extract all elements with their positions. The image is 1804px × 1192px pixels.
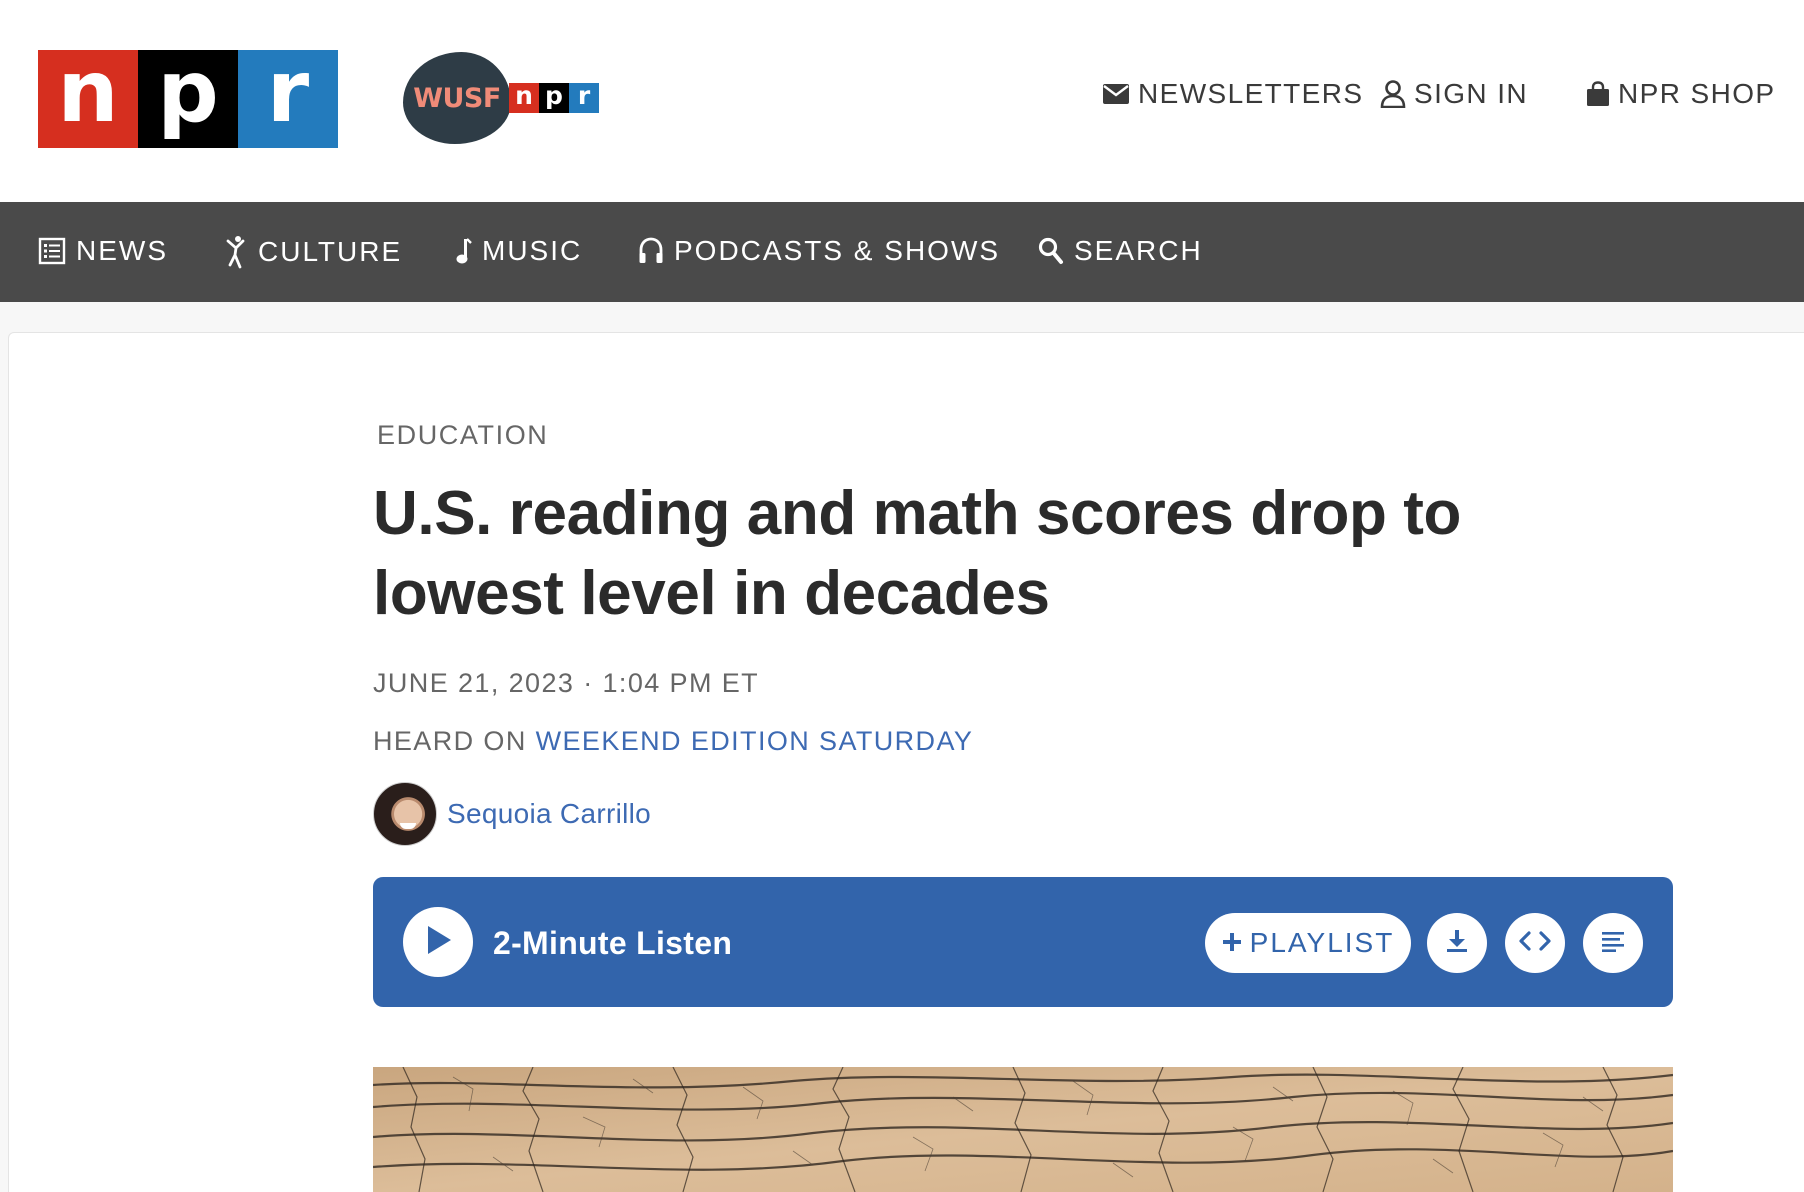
nav-item-podcasts-shows[interactable]: PODCASTS & SHOWS <box>638 235 1000 267</box>
npr-shop-link[interactable]: NPR SHOP <box>1586 78 1775 110</box>
npr-logo-r: r <box>238 49 338 148</box>
newspaper-icon <box>38 237 66 265</box>
transcript-icon <box>1601 930 1625 957</box>
heard-on: HEARD ON WEEKEND EDITION SATURDAY <box>373 726 973 757</box>
newsletters-label: NEWSLETTERS <box>1138 78 1364 109</box>
user-icon <box>1380 80 1406 108</box>
nav-label-culture: CULTURE <box>258 236 403 267</box>
nav-label-search: SEARCH <box>1074 235 1203 266</box>
dancer-icon <box>224 235 248 269</box>
npr-logo[interactable]: n p r <box>38 49 338 148</box>
nav-item-search[interactable]: SEARCH <box>1038 235 1203 267</box>
music-note-icon <box>454 237 472 265</box>
byline: Sequoia Carrillo <box>373 782 651 846</box>
newsletters-link[interactable]: NEWSLETTERS <box>1102 78 1363 110</box>
sign-in-link[interactable]: SIGN IN <box>1380 78 1528 110</box>
nav-label-news: NEWS <box>76 235 168 266</box>
station-npr-r: r <box>569 81 599 113</box>
author-link[interactable]: Sequoia Carrillo <box>447 798 651 830</box>
nav-item-culture[interactable]: CULTURE <box>224 235 402 269</box>
site-header: n p r WUSF n p r NEWSLETTERS SIGN IN NPR… <box>0 0 1804 202</box>
article-headline: U.S. reading and math scores drop to low… <box>373 479 1462 628</box>
heard-on-program-link[interactable]: WEEKEND EDITION SATURDAY <box>536 726 974 756</box>
plus-icon <box>1222 927 1242 959</box>
article-dateline: JUNE 21, 2023 · 1:04 PM ET <box>373 668 760 698</box>
embed-button[interactable] <box>1505 913 1565 973</box>
nav-item-music[interactable]: MUSIC <box>454 235 582 267</box>
embed-icon <box>1519 930 1551 956</box>
play-icon <box>423 924 453 961</box>
npr-logo-p: p <box>138 49 238 148</box>
station-npr-p: p <box>539 81 569 113</box>
npr-logo-n: n <box>38 49 138 148</box>
shopping-bag-icon <box>1586 81 1610 107</box>
add-to-playlist-button[interactable]: PLAYLIST <box>1205 913 1411 973</box>
download-button[interactable] <box>1427 913 1487 973</box>
audio-player: 2-Minute Listen PLAYLIST <box>373 877 1673 1007</box>
station-logo[interactable]: WUSF n p r <box>403 52 599 144</box>
headphones-icon <box>638 237 664 265</box>
station-npr-logo: n p r <box>509 81 599 113</box>
player-duration-title: 2-Minute Listen <box>493 925 733 961</box>
envelope-icon <box>1102 83 1130 105</box>
npr-shop-label: NPR SHOP <box>1618 78 1776 109</box>
article-card <box>8 332 1804 1192</box>
station-npr-n: n <box>509 81 539 113</box>
play-button[interactable] <box>403 907 473 977</box>
nav-label-music: MUSIC <box>482 235 583 266</box>
playlist-label: PLAYLIST <box>1249 927 1395 958</box>
nav-item-news[interactable]: NEWS <box>38 235 168 267</box>
download-icon <box>1446 929 1468 958</box>
search-icon <box>1038 237 1064 265</box>
nav-label-podcasts-shows: PODCASTS & SHOWS <box>674 235 1001 266</box>
author-avatar[interactable] <box>373 782 437 846</box>
cracked-earth-image <box>373 1067 1673 1192</box>
heard-on-label: HEARD ON <box>373 726 536 756</box>
station-name: WUSF <box>403 52 511 144</box>
transcript-button[interactable] <box>1583 913 1643 973</box>
main-nav: NEWS CULTURE MUSIC PODCASTS & SHOWS SEAR… <box>0 202 1804 302</box>
article-slug[interactable]: EDUCATION <box>377 420 548 451</box>
article-hero-image <box>373 1067 1673 1192</box>
sign-in-label: SIGN IN <box>1414 78 1529 109</box>
